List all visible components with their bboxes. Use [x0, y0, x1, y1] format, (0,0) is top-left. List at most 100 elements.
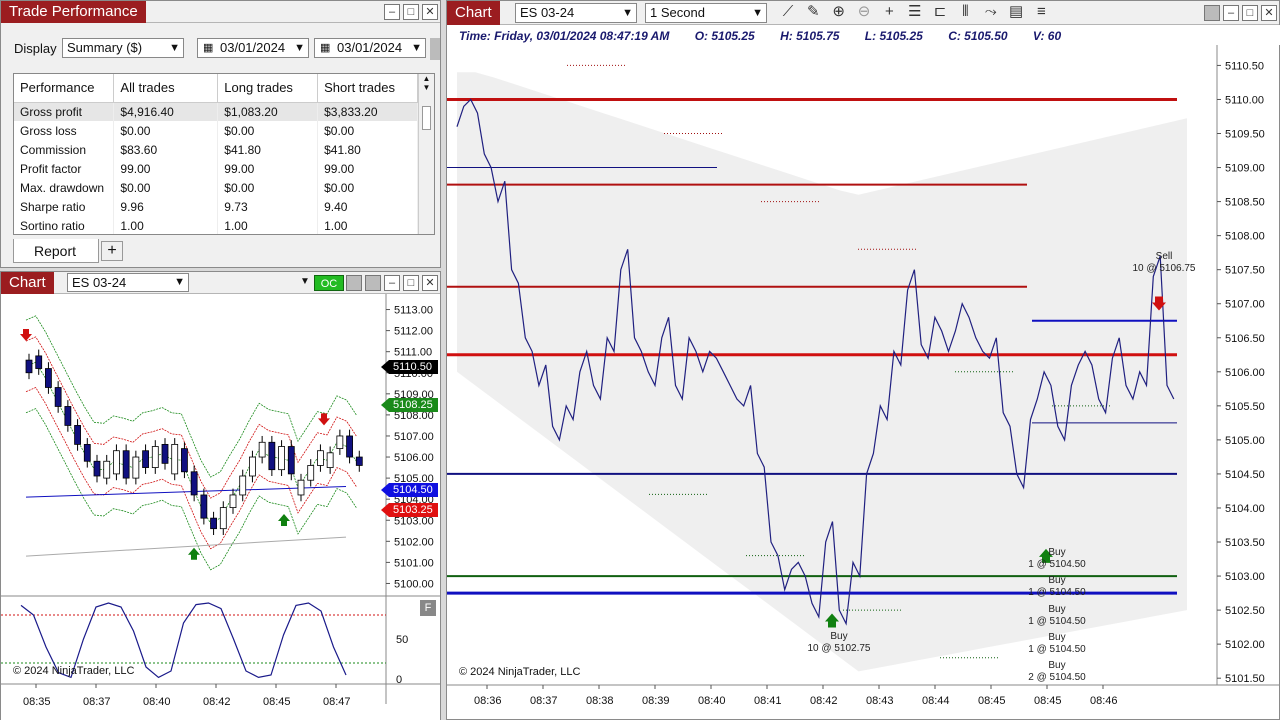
candle: [171, 443, 179, 475]
templates-icon[interactable]: ▤: [1005, 2, 1027, 22]
trade-label: Buy 1 @ 5104.50: [1017, 547, 1097, 571]
y-tick-label: 5108.00: [1225, 231, 1265, 243]
zoom-in-icon[interactable]: ⊕: [828, 2, 850, 22]
table-row[interactable]: Sortino ratio 1.00 1.00 1.00: [14, 216, 418, 234]
display-select-value: Summary ($): [67, 40, 143, 55]
trade-side: Buy: [1048, 632, 1066, 643]
candle: [239, 475, 247, 496]
small-chart-titlebar[interactable]: Chart ES 03-24 ▼ ▼ OC – □ ✕: [1, 272, 440, 294]
candle: [210, 517, 217, 530]
perf-titlebar[interactable]: Trade Performance – □ ✕: [1, 1, 440, 23]
close-icon[interactable]: ✕: [422, 4, 438, 20]
x-tick-label: 08:45: [1034, 695, 1062, 707]
chevron-down-icon: ▼: [294, 42, 305, 54]
scroll-up-icon[interactable]: ▲: [419, 74, 434, 83]
link-icon[interactable]: [1204, 5, 1220, 21]
maximize-icon[interactable]: □: [403, 4, 419, 20]
table-cell: $1,083.20: [217, 102, 319, 121]
column-header[interactable]: All trades: [113, 74, 219, 103]
column-header[interactable]: Long trades: [217, 74, 319, 103]
price-marker-tag: 5110.50: [381, 360, 438, 374]
dropdown-arrow-icon[interactable]: ▼: [300, 276, 310, 287]
crosshair-icon[interactable]: +: [878, 2, 900, 22]
properties-icon[interactable]: ☰: [904, 2, 926, 22]
table-row[interactable]: Gross profit $4,916.40 $1,083.20 $3,833.20: [14, 102, 418, 121]
zoom-out-icon[interactable]: ⊖: [853, 2, 875, 22]
small-instrument-select[interactable]: ES 03-24 ▼: [67, 273, 189, 292]
performance-table: Performance All trades Long trades Short tr…: [13, 73, 435, 235]
close-icon[interactable]: ✕: [422, 275, 438, 291]
info-time: Time: Friday, 03/01/2024 08:47:19 AM: [459, 29, 670, 43]
interval-select[interactable]: 1 Second ▼: [645, 3, 767, 23]
buy-arrow-icon: [188, 547, 200, 560]
candle: [287, 446, 295, 475]
menu-icon[interactable]: ≡: [1030, 2, 1052, 22]
link-icon[interactable]: [346, 275, 362, 291]
candle: [326, 452, 334, 468]
column-header[interactable]: Short trades: [317, 74, 418, 103]
date-to-picker[interactable]: ▦ 03/01/2024 ▼: [314, 38, 426, 58]
close-icon[interactable]: ✕: [1261, 5, 1277, 21]
table-row[interactable]: Max. drawdown $0.00 $0.00 $0.00: [14, 178, 418, 197]
table-row[interactable]: Gross loss $0.00 $0.00 $0.00: [14, 121, 418, 140]
minimize-icon[interactable]: –: [384, 275, 400, 291]
pencil-icon[interactable]: ✎: [802, 2, 824, 22]
table-cell: Gross loss: [14, 121, 115, 140]
candle: [317, 450, 324, 466]
calendar-icon: ▦: [320, 42, 331, 54]
line-tool-icon[interactable]: ⟋: [777, 2, 799, 22]
table-row[interactable]: Profit factor 99.00 99.00 99.00: [14, 159, 418, 178]
trade-qty-price: 2 @ 5104.50: [1028, 672, 1086, 683]
scroll-down-icon[interactable]: ▼: [419, 83, 434, 92]
toolbar-scroll-handle[interactable]: [430, 38, 440, 60]
column-header[interactable]: Performance: [14, 74, 115, 103]
trade-qty-price: 10 @ 5106.75: [1132, 263, 1196, 274]
strategy-icon[interactable]: ⤳: [980, 2, 1002, 22]
y-tick-label: 5109.50: [1225, 129, 1265, 141]
add-tab-button[interactable]: +: [101, 241, 123, 261]
trade-qty-price: 1 @ 5104.50: [1028, 587, 1086, 598]
candle: [249, 456, 256, 477]
candle: [54, 387, 62, 407]
display-select[interactable]: Summary ($) ▼: [62, 38, 184, 58]
table-row[interactable]: Commission $83.60 $41.80 $41.80: [14, 140, 418, 159]
y-tick-label: 5102.00: [1225, 639, 1265, 651]
envelope-band: [25, 315, 357, 478]
instrument-value: ES 03-24: [520, 5, 575, 20]
tab-report[interactable]: Report: [13, 239, 99, 263]
maximize-icon[interactable]: □: [403, 275, 419, 291]
link-icon-2[interactable]: [365, 275, 381, 291]
table-scrollbar[interactable]: ▲ ▼: [418, 74, 434, 234]
chevron-down-icon: ▼: [169, 42, 180, 54]
candle: [64, 406, 72, 426]
indicator-button[interactable]: F: [420, 600, 436, 616]
minimize-icon[interactable]: –: [1223, 5, 1239, 21]
table-cell: 99.00: [217, 159, 319, 178]
candle: [35, 355, 43, 369]
candle: [297, 479, 305, 496]
trade-label: Buy 1 @ 5104.50: [1017, 575, 1097, 599]
main-chart-plot[interactable]: 5110.50 5110.00 5109.50 5109.00 5108.50 5108.…: [447, 45, 1279, 719]
scroll-thumb[interactable]: [422, 106, 431, 130]
minimize-icon[interactable]: –: [384, 4, 400, 20]
price-marker-tag: 5108.25: [381, 398, 438, 412]
table-row[interactable]: Sharpe ratio 9.96 9.73 9.40: [14, 197, 418, 216]
table-cell: 1.00: [113, 216, 219, 234]
indicators-icon[interactable]: ⫴: [954, 2, 976, 22]
candle: [161, 443, 169, 464]
candle: [25, 359, 33, 374]
instrument-select[interactable]: ES 03-24 ▼: [515, 3, 637, 23]
maximize-icon[interactable]: □: [1242, 5, 1258, 21]
candle: [219, 507, 227, 530]
y-tick-label: 5109.00: [1225, 163, 1265, 175]
date-from-picker[interactable]: ▦ 03/01/2024 ▼: [197, 38, 309, 58]
main-chart-titlebar[interactable]: Chart ES 03-24 ▼ 1 Second ▼ ⟋ ✎ ⊕ ⊖ + ☰ …: [447, 1, 1279, 25]
candle: [268, 441, 276, 471]
small-chart-plot[interactable]: 5113.005112.005111.005110.005109.005108.…: [1, 294, 440, 720]
oc-badge[interactable]: OC: [314, 275, 344, 291]
candle: [132, 456, 140, 479]
table-cell: $41.80: [217, 140, 319, 159]
y-tick-label: 5106.00: [394, 452, 434, 464]
bar-type-icon[interactable]: ⊏: [929, 2, 951, 22]
y-tick-label: 5104.50: [1225, 469, 1265, 481]
